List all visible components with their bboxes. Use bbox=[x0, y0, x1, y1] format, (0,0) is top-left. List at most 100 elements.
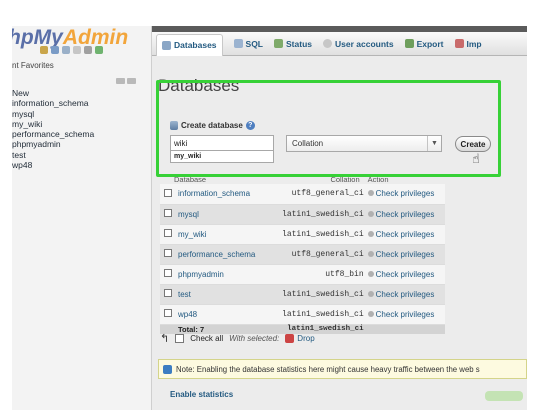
collapse-icon[interactable] bbox=[116, 78, 125, 84]
row-checkbox[interactable] bbox=[164, 309, 172, 317]
logout-icon[interactable] bbox=[51, 46, 59, 54]
check-privileges-link[interactable]: Check privileges bbox=[367, 204, 445, 225]
check-privileges-link[interactable]: Check privileges bbox=[367, 264, 445, 285]
status-icon bbox=[274, 39, 284, 48]
navigation-panel: hpMyAdmin nt Favorites New information_s… bbox=[12, 26, 152, 410]
main-panel: Databases SQL Status User accounts Expor… bbox=[152, 26, 527, 410]
table-row: mysql latin1_swedish_ci Check privileges bbox=[160, 204, 445, 225]
drop-button[interactable]: Drop bbox=[285, 334, 315, 343]
privileges-icon bbox=[367, 270, 374, 277]
statistics-notice: Note: Enabling the database statistics h… bbox=[158, 359, 527, 379]
row-checkbox[interactable] bbox=[164, 269, 172, 277]
check-privileges-link[interactable]: Check privileges bbox=[367, 304, 445, 325]
nav-quick-icons bbox=[40, 46, 103, 54]
docs-icon[interactable] bbox=[73, 46, 81, 54]
column-header-action: Action bbox=[367, 174, 389, 184]
database-link[interactable]: wp48 bbox=[174, 304, 269, 325]
import-icon bbox=[454, 39, 464, 48]
tree-item-test[interactable]: test bbox=[12, 150, 94, 160]
collapse-link-buttons[interactable] bbox=[116, 78, 136, 84]
check-all-label[interactable]: Check all bbox=[190, 334, 223, 343]
table-row: phpmyadmin utf8_bin Check privileges bbox=[160, 264, 445, 285]
check-privileges-link[interactable]: Check privileges bbox=[367, 224, 445, 245]
row-checkbox[interactable] bbox=[164, 188, 172, 197]
tree-item-my-wiki[interactable]: my_wiki bbox=[12, 119, 94, 129]
reload-icon[interactable] bbox=[95, 46, 103, 54]
tab-databases[interactable]: Databases bbox=[156, 33, 223, 56]
query-icon[interactable] bbox=[62, 46, 70, 54]
column-header-collation[interactable]: Collation bbox=[268, 174, 367, 184]
privileges-icon bbox=[367, 310, 374, 317]
check-all-checkbox[interactable] bbox=[175, 334, 185, 343]
create-button[interactable]: Create bbox=[455, 136, 491, 152]
privileges-icon bbox=[367, 190, 374, 197]
collation-value: latin1_swedish_ci bbox=[268, 284, 368, 305]
favorites-tabs[interactable]: nt Favorites bbox=[12, 61, 54, 70]
tree-item-new[interactable]: New bbox=[12, 88, 94, 98]
collation-value: latin1_swedish_ci bbox=[268, 224, 368, 245]
database-link[interactable]: phpmyadmin bbox=[174, 264, 269, 285]
tree-item-information-schema[interactable]: information_schema bbox=[12, 98, 94, 108]
privileges-icon bbox=[367, 210, 374, 217]
tree-item-phpmyadmin[interactable]: phpmyadmin bbox=[12, 139, 94, 149]
export-icon bbox=[404, 39, 414, 48]
autocomplete-suggestion[interactable]: my_wiki bbox=[170, 151, 274, 163]
database-link[interactable]: performance_schema bbox=[174, 244, 269, 265]
home-icon[interactable] bbox=[40, 46, 48, 54]
row-checkbox[interactable] bbox=[164, 289, 172, 297]
database-tree: New information_schema mysql my_wiki per… bbox=[12, 88, 94, 170]
collation-value: latin1_swedish_ci bbox=[268, 304, 368, 325]
database-link[interactable]: information_schema bbox=[174, 184, 269, 205]
tree-item-wp48[interactable]: wp48 bbox=[12, 160, 94, 170]
databases-table: Database Collation Action information_sc… bbox=[160, 174, 445, 334]
row-checkbox[interactable] bbox=[164, 209, 172, 217]
database-link[interactable]: mysql bbox=[174, 204, 269, 225]
tab-import[interactable]: Imp bbox=[454, 39, 482, 49]
tree-item-mysql[interactable]: mysql bbox=[12, 109, 94, 119]
database-icon bbox=[170, 121, 178, 130]
check-privileges-link[interactable]: Check privileges bbox=[367, 184, 445, 205]
database-icon bbox=[162, 40, 171, 50]
browser-frame: hpMyAdmin nt Favorites New information_s… bbox=[12, 26, 527, 410]
tree-item-performance-schema[interactable]: performance_schema bbox=[12, 129, 94, 139]
collation-select[interactable]: Collation ▼ bbox=[286, 135, 442, 152]
table-row: performance_schema utf8_general_ci Check… bbox=[160, 244, 445, 265]
chevron-down-icon: ▼ bbox=[427, 136, 441, 151]
top-menu-tabs: Databases SQL Status User accounts Expor… bbox=[152, 32, 527, 56]
status-badge bbox=[485, 391, 523, 401]
tab-status[interactable]: Status bbox=[274, 39, 312, 49]
tab-sql[interactable]: SQL bbox=[233, 39, 263, 49]
table-row: my_wiki latin1_swedish_ci Check privileg… bbox=[160, 224, 445, 245]
collation-value: utf8_general_ci bbox=[268, 244, 368, 265]
drop-icon bbox=[285, 334, 295, 343]
row-checkbox[interactable] bbox=[164, 229, 172, 237]
link-icon[interactable] bbox=[127, 78, 136, 84]
hand-cursor-icon: ☝ bbox=[472, 151, 480, 166]
arrow-up-left-icon: ↰ bbox=[160, 333, 170, 345]
enable-statistics-link[interactable]: Enable statistics bbox=[170, 390, 233, 399]
table-row: information_schema utf8_general_ci Check… bbox=[160, 184, 445, 205]
privileges-icon bbox=[367, 230, 374, 237]
database-name-input[interactable] bbox=[170, 135, 274, 151]
privileges-icon bbox=[367, 250, 374, 257]
privileges-icon bbox=[367, 290, 374, 297]
bulk-actions-bar: ↰ Check all With selected: Drop bbox=[160, 332, 315, 345]
create-database-label: Create database? bbox=[170, 121, 255, 130]
users-icon bbox=[323, 39, 332, 48]
check-privileges-link[interactable]: Check privileges bbox=[367, 244, 445, 265]
collation-value: utf8_general_ci bbox=[268, 184, 368, 205]
sql-icon bbox=[233, 39, 243, 48]
settings-icon[interactable] bbox=[84, 46, 92, 54]
database-link[interactable]: test bbox=[174, 284, 269, 305]
database-link[interactable]: my_wiki bbox=[174, 224, 269, 245]
table-row: wp48 latin1_swedish_ci Check privileges bbox=[160, 304, 445, 325]
help-icon[interactable]: ? bbox=[245, 121, 255, 130]
table-header-row: Database Collation Action bbox=[160, 174, 445, 184]
with-selected-label: With selected: bbox=[229, 334, 280, 343]
tab-user-accounts[interactable]: User accounts bbox=[323, 39, 394, 49]
tab-export[interactable]: Export bbox=[404, 39, 444, 49]
check-privileges-link[interactable]: Check privileges bbox=[367, 284, 445, 305]
row-checkbox[interactable] bbox=[164, 249, 172, 257]
column-header-database[interactable]: Database bbox=[174, 174, 268, 184]
collation-value: utf8_bin bbox=[268, 264, 368, 285]
